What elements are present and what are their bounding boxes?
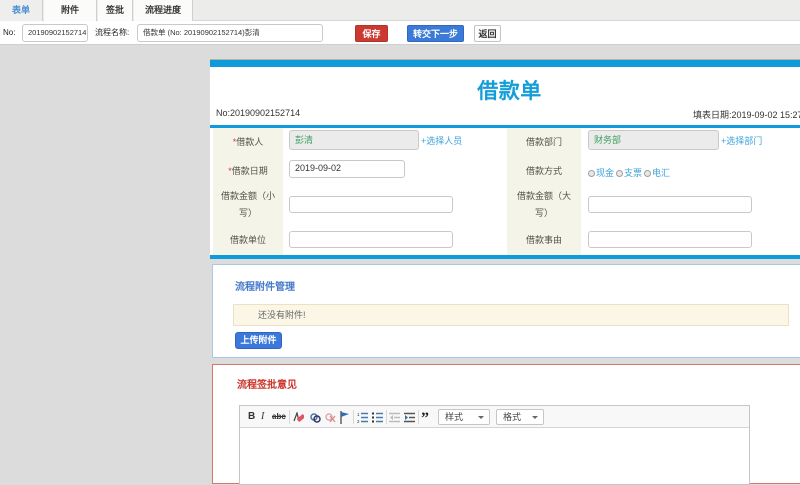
svg-text:1: 1 <box>357 412 360 417</box>
svg-text:2: 2 <box>357 419 360 423</box>
